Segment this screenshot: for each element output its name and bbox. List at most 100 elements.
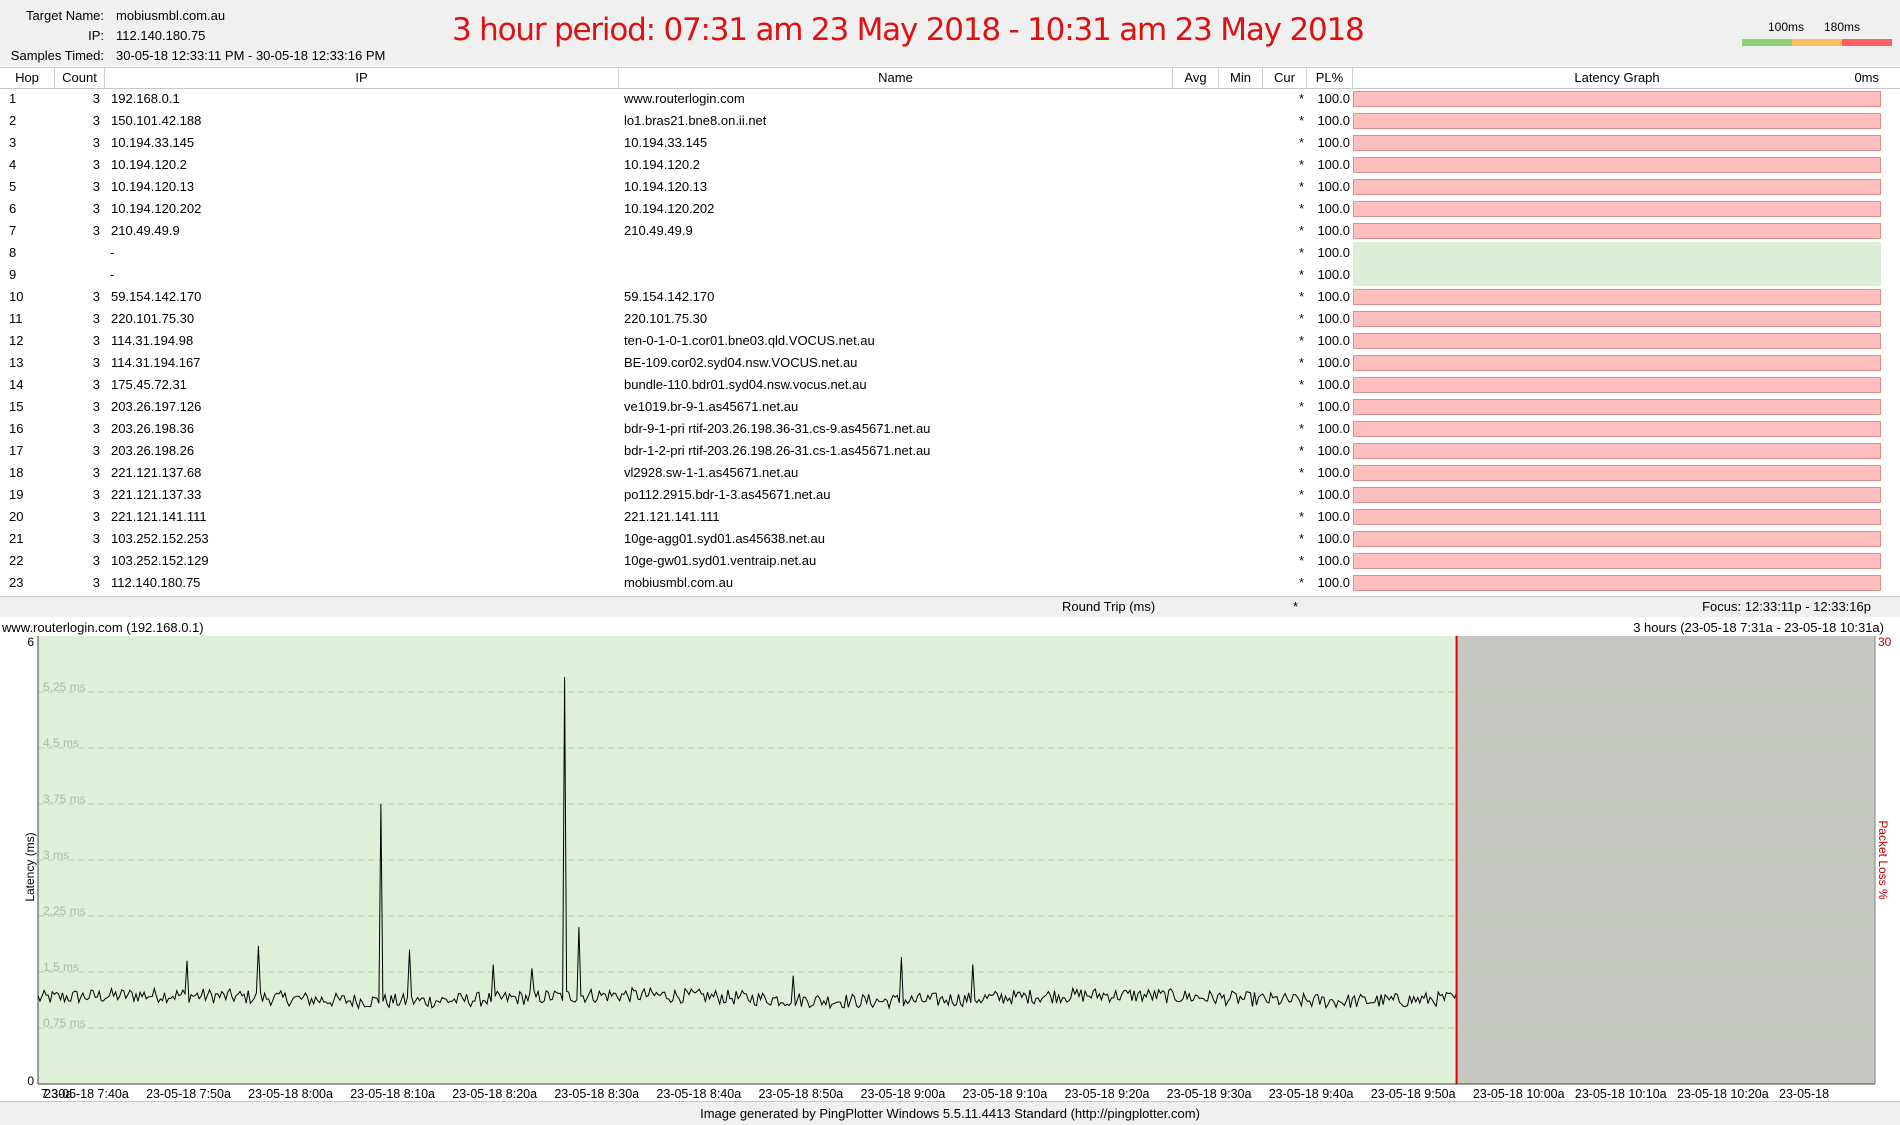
x-tick-label: 23-05-18 10:20a	[1677, 1087, 1769, 1100]
hop-number: 10	[9, 289, 24, 304]
hop-latency-bar	[1353, 399, 1881, 415]
col-name[interactable]: Name	[619, 68, 1173, 88]
focus-range[interactable]: Focus: 12:33:11p - 12:33:16p	[1702, 597, 1871, 617]
hop-latency-bar	[1353, 311, 1881, 327]
hop-ip: 220.101.75.30	[111, 311, 195, 326]
latency-scale-zero: 0ms	[1854, 70, 1879, 85]
hop-row[interactable]: 3 3 10.194.33.145 10.194.33.145 * 100.0	[0, 132, 1900, 154]
hop-packet-loss: 100.0	[1317, 421, 1350, 436]
legend-green-bar	[1742, 39, 1792, 46]
x-tick-label: 23-05-18 9:10a	[963, 1087, 1048, 1100]
col-cur[interactable]: Cur	[1263, 68, 1307, 88]
hop-number: 17	[9, 443, 24, 458]
hop-name: vl2928.sw-1-1.as45671.net.au	[624, 465, 799, 480]
hop-packet-loss: 100.0	[1317, 355, 1350, 370]
samples-timed-label: Samples Timed:	[10, 48, 104, 63]
hop-count: 3	[92, 311, 100, 326]
hop-row[interactable]: 13 3 114.31.194.167 BE-109.cor02.syd04.nsw.…	[0, 352, 1900, 374]
col-avg[interactable]: Avg	[1173, 68, 1219, 88]
hop-row[interactable]: 19 3 221.121.137.33 po112.2915.bdr-1-3.as45…	[0, 484, 1900, 506]
footer-credit: Image generated by PingPlotter Windows 5…	[0, 1101, 1900, 1125]
col-pl[interactable]: PL%	[1307, 68, 1353, 88]
hop-row[interactable]: 12 3 114.31.194.98 ten-0-1-0-1.cor01.bne03.…	[0, 330, 1900, 352]
hop-number: 6	[9, 201, 17, 216]
col-min[interactable]: Min	[1219, 68, 1263, 88]
hop-row[interactable]: 1 3 192.168.0.1 www.routerlogin.com * 100.0	[0, 88, 1900, 110]
hop-count: 3	[92, 333, 100, 348]
hop-row[interactable]: 18 3 221.121.137.68 vl2928.sw-1-1.as45671.n…	[0, 462, 1900, 484]
hop-row[interactable]: 14 3 175.45.72.31 bundle-110.bdr01.syd04.ns…	[0, 374, 1900, 396]
hop-row[interactable]: 4 3 10.194.120.2 10.194.120.2 * 100.0	[0, 154, 1900, 176]
hop-row[interactable]: 11 3 220.101.75.30 220.101.75.30 * 100.0	[0, 308, 1900, 330]
hop-ip: 10.194.120.13	[111, 179, 195, 194]
hop-latency-bar	[1353, 377, 1881, 393]
round-trip-cur: *	[1293, 599, 1299, 614]
hop-row[interactable]: 6 3 10.194.120.202 10.194.120.202 * 100.0	[0, 198, 1900, 220]
hop-row[interactable]: 16 3 203.26.198.36 bdr-9-1-pri rtif-203.26.…	[0, 418, 1900, 440]
hop-ip: 203.26.198.26	[111, 443, 195, 458]
hop-row[interactable]: 10 3 59.154.142.170 59.154.142.170 * 100.0	[0, 286, 1900, 308]
hop-cur: *	[1298, 135, 1304, 150]
hop-ip: 103.252.152.253	[111, 531, 209, 546]
x-tick-label: 23-05-18 10:10a	[1575, 1087, 1667, 1100]
hop-packet-loss: 100.0	[1317, 201, 1350, 216]
graph-target-title: www.routerlogin.com (192.168.0.1)	[2, 620, 204, 635]
hop-number: 21	[9, 531, 24, 546]
hop-row[interactable]: 15 3 203.26.197.126 ve1019.br-9-1.as45671.n…	[0, 396, 1900, 418]
hop-latency-bar	[1353, 201, 1881, 217]
latency-time-graph[interactable]: 0.75 ms 1.5 ms 2.25 ms 3 ms 3.75 ms 4.5 ms 5.2…	[0, 636, 1900, 1100]
hop-count: 3	[92, 421, 100, 436]
hop-row[interactable]: 7 3 210.49.49.9 210.49.49.9 * 100.0	[0, 220, 1900, 242]
hop-ip: 221.121.137.33	[111, 487, 202, 502]
hop-number: 19	[9, 487, 24, 502]
hop-row[interactable]: 22 3 103.252.152.129 10ge-gw01.syd01.ventra…	[0, 550, 1900, 572]
y2-tick-label: 30	[1878, 636, 1892, 649]
y-grid-label: 2.25 ms	[43, 904, 86, 918]
hop-row[interactable]: 17 3 203.26.198.26 bdr-1-2-pri rtif-203.26.…	[0, 440, 1900, 462]
hop-name: 10.194.33.145	[624, 135, 708, 150]
hop-count: 3	[92, 487, 100, 502]
hop-row[interactable]: 8 - * 100.0	[0, 242, 1900, 264]
x-tick-label: 23-05-18 9:40a	[1269, 1087, 1354, 1100]
col-ip[interactable]: IP	[105, 68, 619, 88]
hop-cur: *	[1298, 267, 1304, 282]
hop-number: 11	[9, 311, 23, 326]
hop-ip: 10.194.120.202	[111, 201, 202, 216]
hop-count: 3	[92, 465, 100, 480]
hop-cur: *	[1298, 355, 1304, 370]
col-latency-graph[interactable]: Latency Graph 0ms	[1353, 68, 1881, 88]
hop-ip: 150.101.42.188	[111, 113, 202, 128]
hop-count: 3	[92, 531, 100, 546]
hop-row[interactable]: 2 3 150.101.42.188 lo1.bras21.bne8.on.ii.ne…	[0, 110, 1900, 132]
hop-packet-loss: 100.0	[1317, 267, 1350, 282]
hop-row[interactable]: 9 - * 100.0	[0, 264, 1900, 286]
hop-number: 18	[9, 465, 24, 480]
hop-row[interactable]: 21 3 103.252.152.253 10ge-agg01.syd01.as456…	[0, 528, 1900, 550]
hop-count: 3	[92, 443, 100, 458]
hop-count: 3	[92, 157, 100, 172]
hop-row[interactable]: 23 3 112.140.180.75 mobiusmbl.com.au * 100.0	[0, 572, 1900, 594]
hop-latency-bar	[1353, 333, 1881, 349]
col-hop[interactable]: Hop	[0, 68, 55, 88]
hop-packet-loss: 100.0	[1317, 135, 1350, 150]
hop-cur: *	[1298, 223, 1304, 238]
hop-number: 14	[9, 377, 24, 392]
period-title: 3 hour period: 07:31 am 23 May 2018 - 10…	[452, 12, 1365, 48]
hop-name: 59.154.142.170	[624, 289, 715, 304]
hop-latency-bar	[1353, 91, 1881, 107]
hop-cur: *	[1298, 443, 1304, 458]
hop-ip: 59.154.142.170	[111, 289, 202, 304]
hop-latency-bar	[1353, 135, 1881, 151]
hop-packet-loss: 100.0	[1317, 311, 1350, 326]
hop-name: 10ge-gw01.syd01.ventraip.net.au	[624, 553, 817, 568]
col-count[interactable]: Count	[55, 68, 105, 88]
hop-number: 20	[9, 509, 24, 524]
hop-cur: *	[1298, 157, 1304, 172]
hop-number: 3	[9, 135, 17, 150]
hop-row[interactable]: 5 3 10.194.120.13 10.194.120.13 * 100.0	[0, 176, 1900, 198]
hop-ip: -	[110, 245, 115, 260]
hop-row[interactable]: 20 3 221.121.141.111 221.121.141.111 * 100.0	[0, 506, 1900, 528]
graph-time-range[interactable]: 3 hours (23-05-18 7:31a - 23-05-18 10:31…	[1633, 620, 1884, 635]
hop-packet-loss: 100.0	[1317, 531, 1350, 546]
hop-name: 10.194.120.13	[624, 179, 708, 194]
